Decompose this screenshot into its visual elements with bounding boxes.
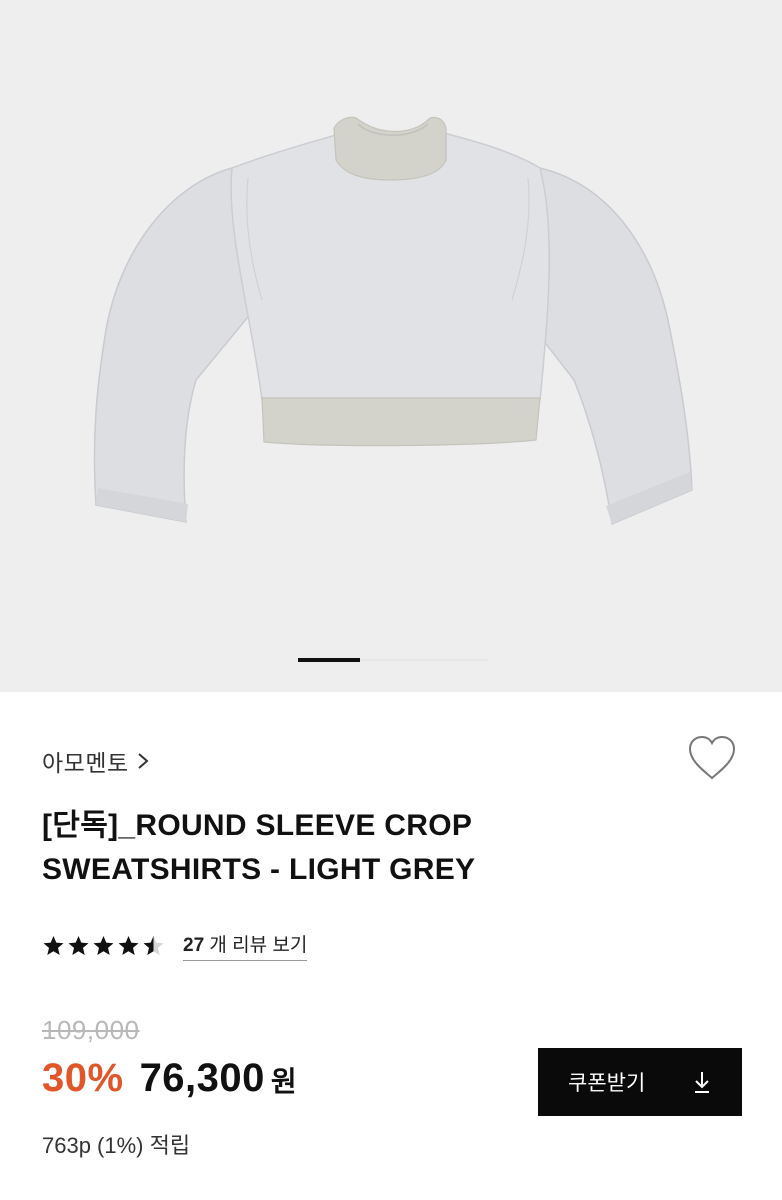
star-rating <box>42 935 165 957</box>
product-title: [단독]_ROUND SLEEVE CROP SWEATSHIRTS - LIG… <box>42 804 662 892</box>
carousel-active-thumb <box>298 658 360 662</box>
star-icon <box>68 935 89 955</box>
currency-unit: 원 <box>270 1066 297 1097</box>
price-row: 30% 76,300 원 <box>42 1056 297 1101</box>
product-title-line-1: [단독]_ROUND SLEEVE CROP <box>42 809 473 842</box>
review-link[interactable]: 27 개 리뷰 보기 <box>183 930 308 961</box>
chevron-right-icon <box>137 753 149 769</box>
review-link-text: 개 리뷰 보기 <box>204 935 308 956</box>
star-icon <box>43 935 64 955</box>
product-image-area[interactable] <box>0 0 782 692</box>
carousel-indicator[interactable] <box>298 658 488 662</box>
original-price: 109,000 <box>42 1015 140 1045</box>
product-title-line-2: SWEATSHIRTS - LIGHT GREY <box>42 853 476 886</box>
product-image <box>93 116 693 526</box>
rating-row: 27 개 리뷰 보기 <box>42 930 308 961</box>
star-icon <box>93 935 114 955</box>
brand-name: 아모멘토 <box>42 750 129 776</box>
discount-rate: 30% <box>42 1056 124 1100</box>
coupon-download-button[interactable]: 쿠폰받기 <box>538 1048 742 1116</box>
heart-outline-icon[interactable] <box>686 734 738 782</box>
download-icon <box>695 1072 709 1093</box>
sale-price: 76,300 <box>139 1056 265 1100</box>
star-icon <box>143 935 164 955</box>
reward-points: 763p (1%) 적립 <box>42 1133 191 1158</box>
brand-link[interactable]: 아모멘토 <box>42 744 149 778</box>
star-icon <box>118 935 139 955</box>
coupon-button-label: 쿠폰받기 <box>568 1072 646 1095</box>
review-count: 27 <box>183 935 205 956</box>
